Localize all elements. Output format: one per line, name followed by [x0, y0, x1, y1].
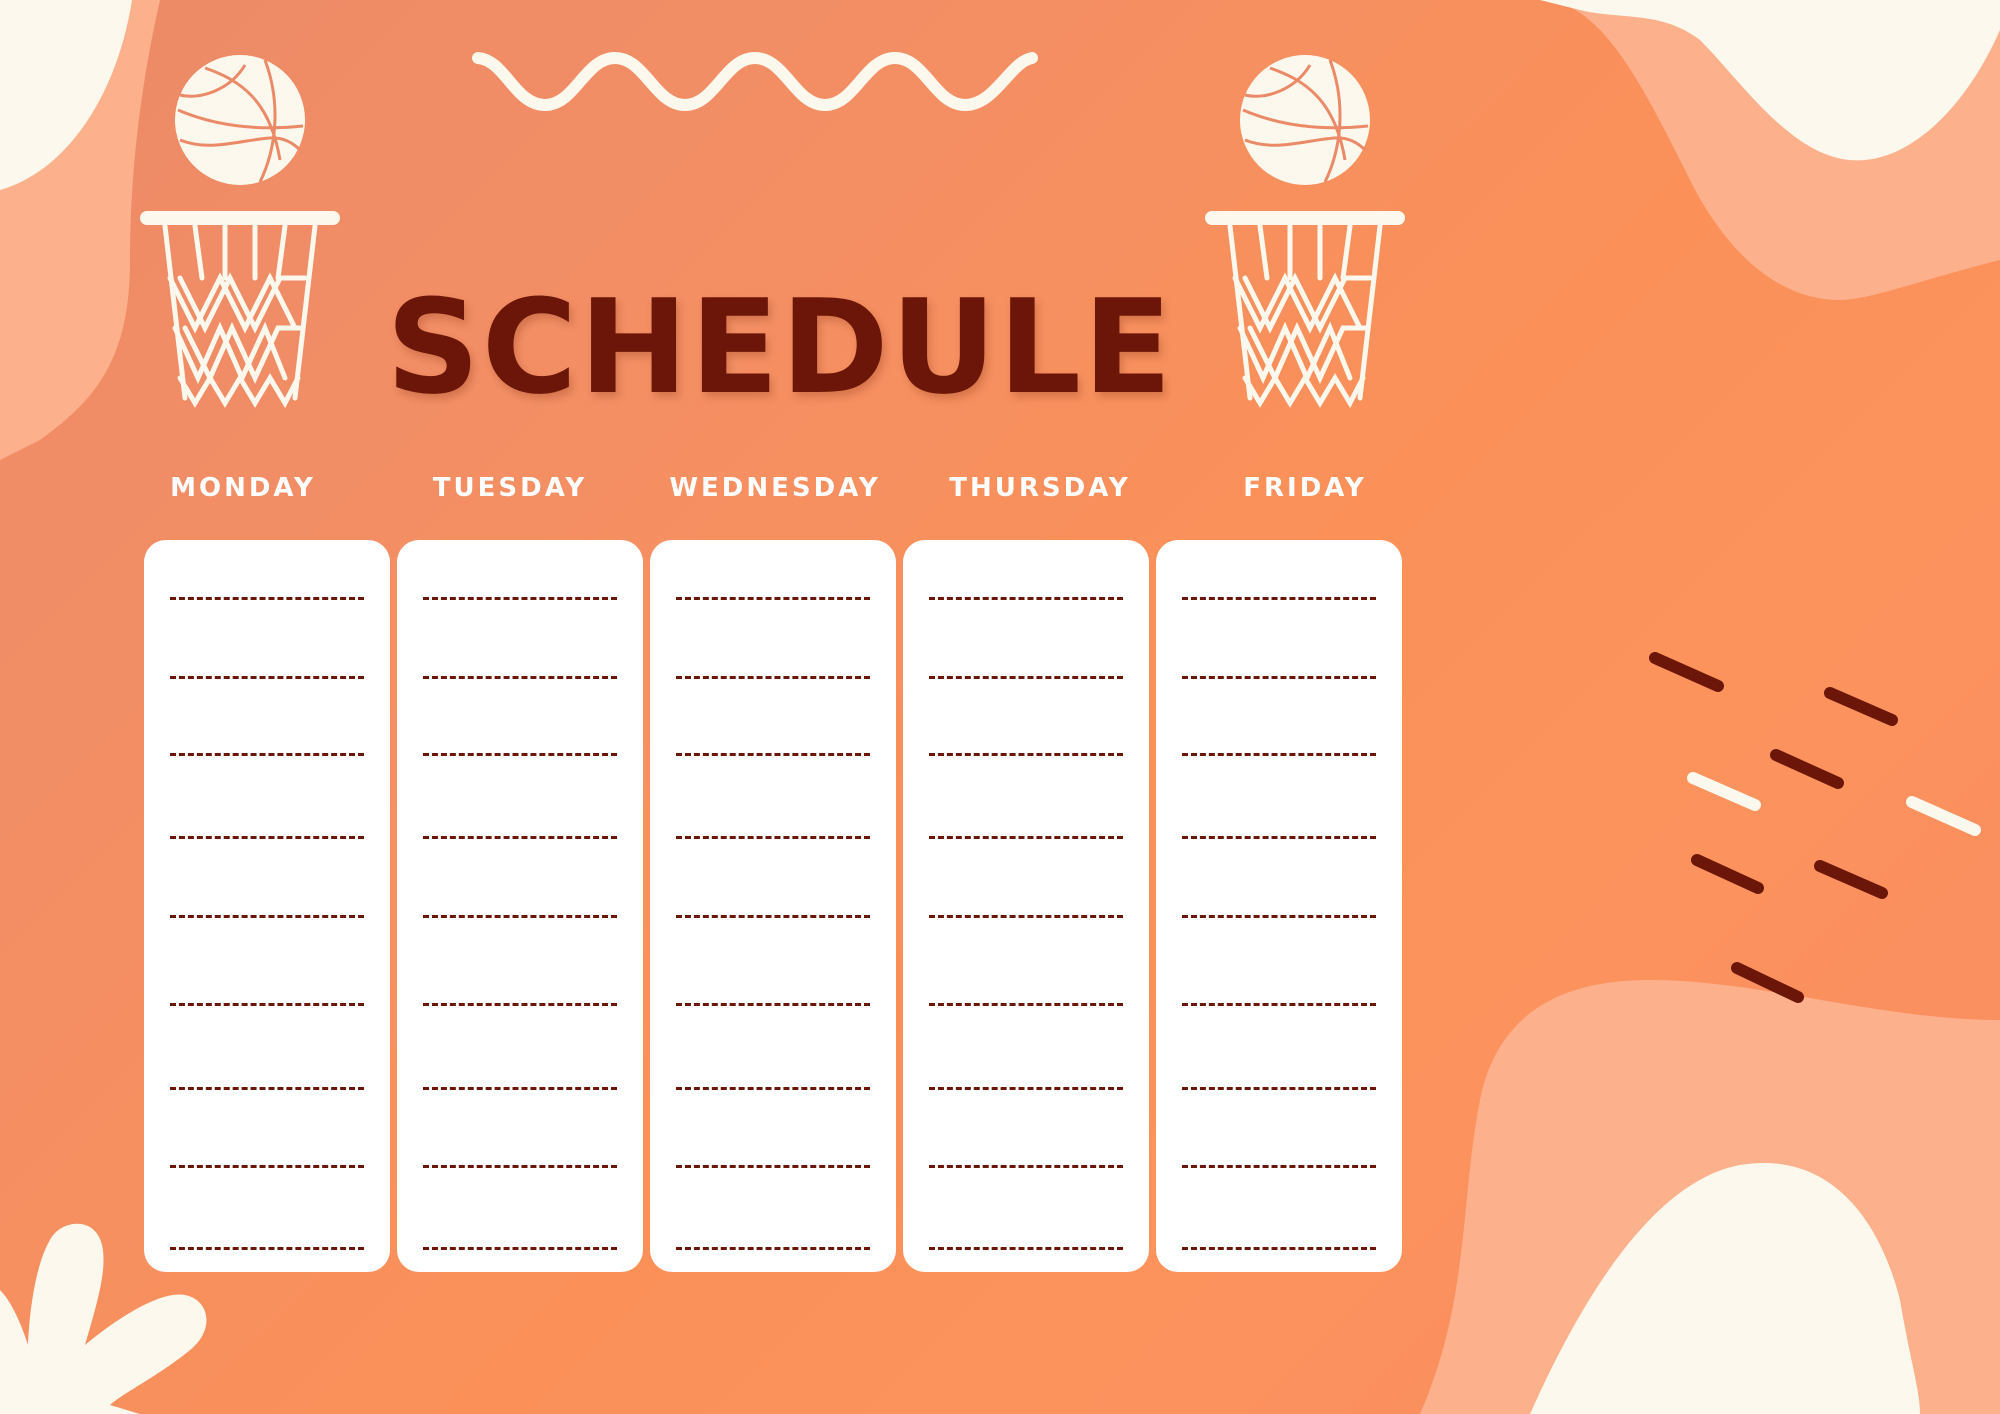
page-title: SCHEDULE	[386, 271, 1174, 423]
writing-line[interactable]	[676, 1003, 870, 1006]
writing-line[interactable]	[1182, 597, 1376, 600]
writing-line[interactable]	[1182, 676, 1376, 679]
day-label-tuesday: TUESDAY	[432, 473, 588, 503]
writing-line[interactable]	[1182, 915, 1376, 918]
writing-line[interactable]	[423, 915, 617, 918]
writing-line[interactable]	[1182, 753, 1376, 756]
writing-line[interactable]	[423, 676, 617, 679]
writing-line[interactable]	[929, 1247, 1123, 1250]
writing-line[interactable]	[170, 753, 364, 756]
writing-line[interactable]	[676, 1165, 870, 1168]
writing-line[interactable]	[423, 1003, 617, 1006]
day-card-tuesday	[397, 540, 643, 1272]
writing-line[interactable]	[1182, 1087, 1376, 1090]
writing-line[interactable]	[423, 753, 617, 756]
day-card-monday	[144, 540, 390, 1272]
day-label-wednesday: WEDNESDAY	[669, 473, 881, 503]
writing-line[interactable]	[1182, 1165, 1376, 1168]
writing-line[interactable]	[170, 1003, 364, 1006]
day-card-friday	[1156, 540, 1402, 1272]
writing-line[interactable]	[1182, 1003, 1376, 1006]
day-label-friday: FRIDAY	[1243, 473, 1367, 503]
writing-line[interactable]	[1182, 1247, 1376, 1250]
day-card-wednesday	[650, 540, 896, 1272]
writing-line[interactable]	[676, 753, 870, 756]
writing-line[interactable]	[676, 597, 870, 600]
writing-line[interactable]	[676, 915, 870, 918]
writing-line[interactable]	[423, 1247, 617, 1250]
writing-line[interactable]	[170, 1087, 364, 1090]
writing-line[interactable]	[676, 1087, 870, 1090]
writing-line[interactable]	[929, 915, 1123, 918]
writing-line[interactable]	[423, 1165, 617, 1168]
writing-line[interactable]	[676, 836, 870, 839]
writing-line[interactable]	[929, 597, 1123, 600]
writing-line[interactable]	[929, 836, 1123, 839]
writing-line[interactable]	[170, 1165, 364, 1168]
writing-line[interactable]	[170, 915, 364, 918]
day-label-monday: MONDAY	[170, 473, 316, 503]
writing-line[interactable]	[170, 836, 364, 839]
writing-line[interactable]	[929, 1003, 1123, 1006]
writing-line[interactable]	[423, 597, 617, 600]
writing-line[interactable]	[676, 1247, 870, 1250]
writing-line[interactable]	[929, 676, 1123, 679]
writing-line[interactable]	[929, 753, 1123, 756]
schedule-page: SCHEDULE MONDAY TUESDAY WEDNESDAY THURSD…	[0, 0, 2000, 1414]
day-card-thursday	[903, 540, 1149, 1272]
writing-line[interactable]	[170, 597, 364, 600]
day-label-thursday: THURSDAY	[949, 473, 1131, 503]
writing-line[interactable]	[170, 1247, 364, 1250]
writing-line[interactable]	[929, 1165, 1123, 1168]
writing-line[interactable]	[170, 676, 364, 679]
writing-line[interactable]	[929, 1087, 1123, 1090]
writing-line[interactable]	[1182, 836, 1376, 839]
writing-line[interactable]	[423, 1087, 617, 1090]
writing-line[interactable]	[423, 836, 617, 839]
writing-line[interactable]	[676, 676, 870, 679]
